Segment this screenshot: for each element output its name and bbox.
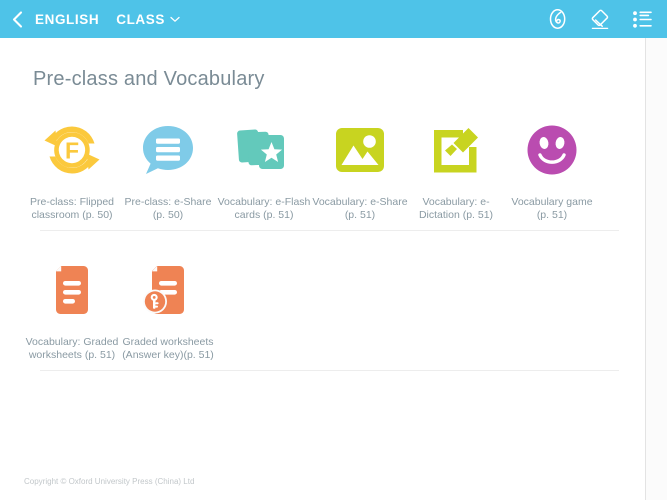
- back-button[interactable]: [8, 8, 26, 30]
- row-divider-1: [40, 230, 619, 231]
- tile-preclass-eshare[interactable]: Pre-class: e-Share (p. 50): [120, 105, 216, 222]
- tile-row-1: F Pre-class: Flipped classroom (p. 50) P…: [0, 105, 645, 222]
- chevron-down-icon: [170, 16, 180, 22]
- eraser-tool-button[interactable]: [588, 7, 611, 31]
- tile-vocabulary-game[interactable]: Vocabulary game (p. 51): [504, 105, 600, 222]
- right-gutter: [646, 38, 667, 500]
- e-dictation-icon: [419, 113, 493, 187]
- tile-label: Vocabulary game (p. 51): [511, 196, 593, 221]
- tile-flipped-classroom[interactable]: F Pre-class: Flipped classroom (p. 50): [24, 105, 120, 222]
- pen-tool-button[interactable]: [546, 7, 569, 31]
- list-menu-icon: [632, 10, 652, 28]
- vocabulary-game-smiley-icon: [515, 113, 589, 187]
- graded-worksheets-answer-key-icon: [131, 253, 205, 327]
- tile-label: Graded worksheets (Answer key)(p. 51): [122, 336, 214, 361]
- footer-copyright: Copyright © Oxford University Press (Chi…: [24, 477, 195, 486]
- tile-label: Pre-class: Flipped classroom (p. 50): [29, 196, 115, 221]
- tile-vocabulary-eshare[interactable]: Vocabulary: e-Share (p. 51): [312, 105, 408, 222]
- pen-tool-icon: [549, 9, 565, 29]
- content-page: Pre-class and Vocabulary F Pre-class: Fl…: [0, 38, 646, 500]
- tile-label: Pre-class: e-Share (p. 50): [124, 196, 212, 221]
- chevron-left-icon: [12, 10, 22, 28]
- class-dropdown-label: CLASS: [116, 11, 165, 27]
- tile-label: Vocabulary: e-Flash cards (p. 51): [217, 196, 311, 221]
- header-subject-title: ENGLISH: [35, 11, 100, 27]
- tile-graded-worksheets-answer-key[interactable]: Graded worksheets (Answer key)(p. 51): [120, 245, 216, 362]
- e-share-chat-icon: [131, 113, 205, 187]
- tile-row-2: Vocabulary: Graded worksheets (p. 51) Gr…: [0, 245, 645, 362]
- page-title: Pre-class and Vocabulary: [33, 68, 265, 90]
- header-left-group: ENGLISH CLASS: [8, 8, 180, 30]
- class-dropdown[interactable]: CLASS: [116, 12, 180, 27]
- app-window: ENGLISH CLASS Pre-class and Vocabulary F…: [0, 0, 667, 500]
- tile-label: Vocabulary: e-Share (p. 51): [312, 196, 408, 221]
- top-header-bar: ENGLISH CLASS: [0, 0, 667, 38]
- tile-label: Vocabulary: Graded worksheets (p. 51): [25, 336, 119, 361]
- tile-e-dictation[interactable]: Vocabulary: e-Dictation (p. 51): [408, 105, 504, 222]
- graded-worksheets-icon: [35, 253, 109, 327]
- svg-text:F: F: [65, 138, 79, 164]
- tile-label: Vocabulary: e-Dictation (p. 51): [418, 196, 494, 221]
- eraser-tool-icon: [591, 9, 608, 30]
- row-divider-2: [40, 370, 619, 371]
- header-actions-group: [546, 7, 653, 31]
- flipped-classroom-icon: F: [35, 113, 109, 187]
- e-flash-cards-icon: [227, 113, 301, 187]
- tile-graded-worksheets[interactable]: Vocabulary: Graded worksheets (p. 51): [24, 245, 120, 362]
- e-share-image-icon: [323, 113, 397, 187]
- tile-eflash-cards[interactable]: Vocabulary: e-Flash cards (p. 51): [216, 105, 312, 222]
- list-menu-button[interactable]: [630, 7, 653, 31]
